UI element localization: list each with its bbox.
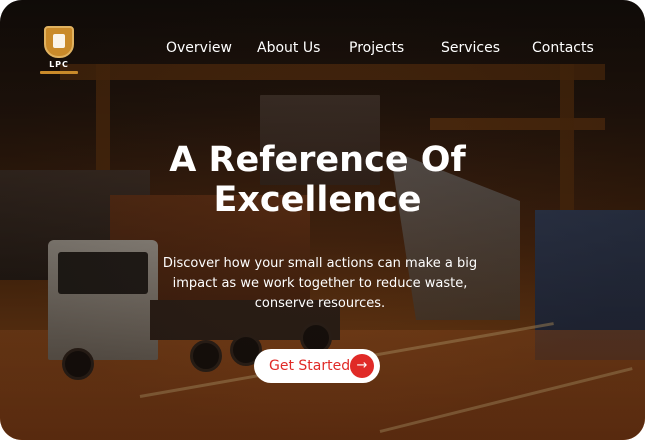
get-started-label: Get Started — [269, 358, 351, 374]
nav-item-projects[interactable]: Projects — [349, 40, 404, 56]
hero-section: LPC Overview About Us Projects Services … — [0, 0, 645, 440]
logo-text: LPC — [49, 60, 69, 69]
hero-description: Discover how your small actions can make… — [162, 256, 478, 311]
main-nav: Overview About Us Projects Services Cont… — [0, 40, 645, 60]
hero-title-line1: A Reference Of — [169, 140, 466, 180]
nav-item-contacts[interactable]: Contacts — [532, 40, 594, 56]
get-started-button[interactable]: Get Started → — [254, 349, 380, 383]
arrow-right-icon: → — [350, 354, 374, 378]
hero-title: A Reference Of Excellence — [120, 140, 515, 220]
nav-item-services[interactable]: Services — [441, 40, 500, 56]
nav-item-overview[interactable]: Overview — [166, 40, 232, 56]
logo-underline — [40, 71, 78, 74]
hero-title-line2: Excellence — [213, 180, 422, 220]
nav-item-about-us[interactable]: About Us — [257, 40, 320, 56]
